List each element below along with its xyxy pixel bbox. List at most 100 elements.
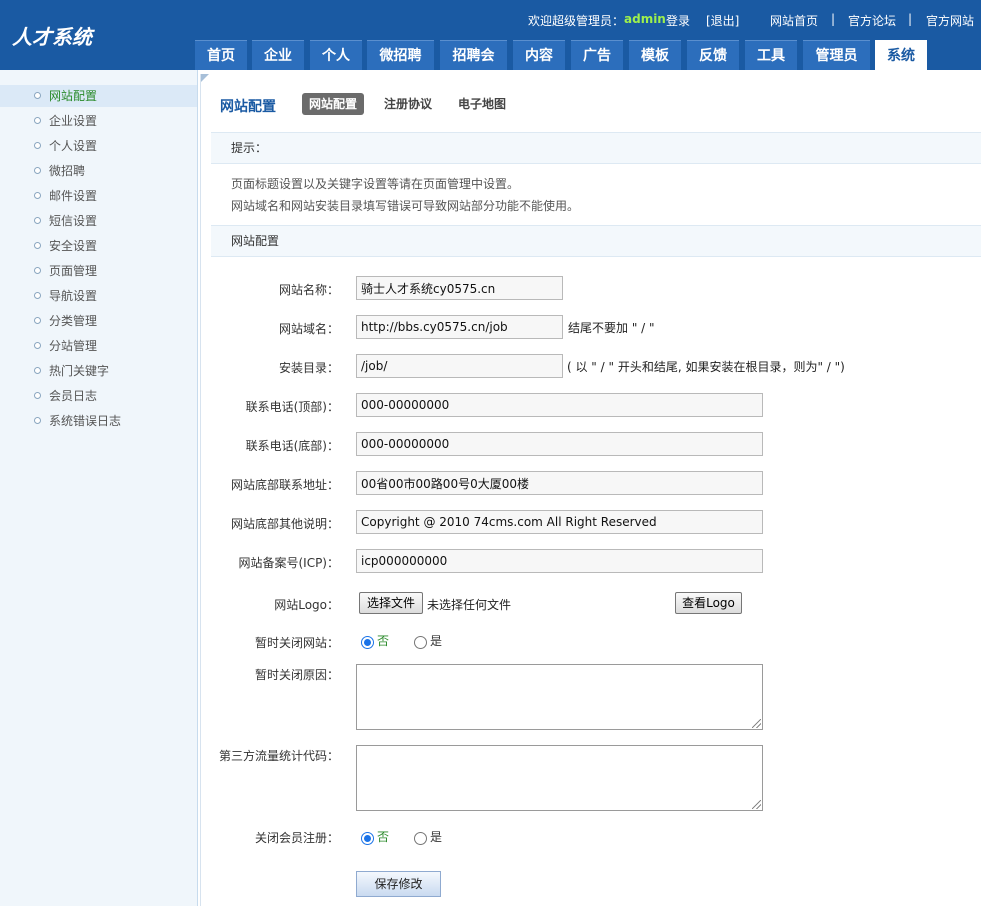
sidebar-item-mail-settings[interactable]: 邮件设置	[0, 185, 197, 207]
site-home-link[interactable]: 网站首页	[770, 12, 818, 29]
corner-decoration	[201, 74, 209, 82]
bullet-icon	[34, 417, 41, 424]
nav-tab-system[interactable]: 系统	[875, 40, 927, 70]
nav-tab-company[interactable]: 企业	[252, 40, 304, 70]
bullet-icon	[34, 367, 41, 374]
nav-tab-content[interactable]: 内容	[513, 40, 565, 70]
bullet-icon	[34, 267, 41, 274]
other-info-input[interactable]	[356, 510, 763, 534]
sidebar-item-category-management[interactable]: 分类管理	[0, 310, 197, 332]
sidebar-item-label: 微招聘	[49, 164, 86, 178]
phone-top-input[interactable]	[356, 393, 763, 417]
resize-grip-icon[interactable]	[752, 719, 761, 728]
view-logo-button[interactable]: 查看Logo	[675, 592, 742, 614]
official-forum-link[interactable]: 官方论坛	[848, 12, 896, 29]
close-site-yes-radio[interactable]	[414, 636, 427, 649]
site-domain-label: 网站域名：	[278, 322, 339, 336]
address-input[interactable]	[356, 471, 763, 495]
nav-tab-tools[interactable]: 工具	[745, 40, 797, 70]
bullet-icon	[34, 317, 41, 324]
icp-label: 网站备案号(ICP)：	[238, 556, 339, 570]
sidebar-item-label: 会员日志	[49, 389, 98, 403]
nav-tab-ads[interactable]: 广告	[571, 40, 623, 70]
resize-grip-icon[interactable]	[752, 800, 761, 809]
bullet-icon	[34, 167, 41, 174]
sidebar-item-nav-settings[interactable]: 导航设置	[0, 285, 197, 307]
top-user-bar: 欢迎超级管理员： admin 登录 [退出] 网站首页 | 官方论坛 | 官方网…	[0, 12, 981, 30]
sidebar-item-label: 网站配置	[49, 89, 98, 103]
close-register-label: 关闭会员注册：	[254, 831, 339, 845]
official-site-link[interactable]: 官方网站	[926, 12, 974, 29]
sidebar-item-label: 安全设置	[49, 239, 98, 253]
admin-username: admin	[624, 12, 666, 26]
sidebar-item-personal-settings[interactable]: 个人设置	[0, 135, 197, 157]
login-link[interactable]: 登录	[666, 12, 690, 29]
nav-tab-feedback[interactable]: 反馈	[687, 40, 739, 70]
bullet-icon	[34, 342, 41, 349]
sidebar-item-label: 页面管理	[49, 264, 98, 278]
close-site-no-radio[interactable]	[361, 636, 374, 649]
sidebar-item-label: 分站管理	[49, 339, 98, 353]
logout-link[interactable]: [退出]	[706, 12, 739, 29]
stats-code-textarea[interactable]	[356, 745, 763, 811]
sidebar-item-page-management[interactable]: 页面管理	[0, 260, 197, 282]
phone-bottom-input[interactable]	[356, 432, 763, 456]
bullet-icon	[34, 142, 41, 149]
sidebar-item-hot-keywords[interactable]: 热门关键字	[0, 360, 197, 382]
sidebar-item-label: 邮件设置	[49, 189, 98, 203]
nav-tab-personal[interactable]: 个人	[310, 40, 362, 70]
bullet-icon	[34, 242, 41, 249]
main-content: 网站配置 网站配置 注册协议 电子地图 提示： 页面标题设置以及关键字设置等请在…	[200, 74, 981, 906]
welcome-text: 欢迎超级管理员：	[528, 14, 625, 28]
bullet-icon	[34, 392, 41, 399]
phone-top-label: 联系电话(顶部)：	[245, 400, 339, 414]
sidebar-item-site-config[interactable]: 网站配置	[0, 85, 197, 107]
close-reason-label: 暂时关闭原因：	[254, 668, 339, 682]
nav-tab-admins[interactable]: 管理员	[803, 40, 870, 70]
save-button[interactable]: 保存修改	[356, 871, 441, 897]
icp-input[interactable]	[356, 549, 763, 573]
section-header: 网站配置	[211, 225, 981, 257]
sidebar-item-label: 个人设置	[49, 139, 98, 153]
close-register-yes-label: 是	[430, 830, 443, 844]
sidebar-item-micro-recruit[interactable]: 微招聘	[0, 160, 197, 182]
sidebar-item-sms-settings[interactable]: 短信设置	[0, 210, 197, 232]
site-domain-input[interactable]	[356, 315, 563, 339]
close-register-no-label: 否	[377, 830, 390, 844]
sidebar-item-company-settings[interactable]: 企业设置	[0, 110, 197, 132]
subtab-register-agreement[interactable]: 注册协议	[377, 93, 439, 115]
install-dir-input[interactable]	[356, 354, 563, 378]
nav-tab-home[interactable]: 首页	[195, 40, 247, 70]
bullet-icon	[34, 217, 41, 224]
sidebar-item-member-log[interactable]: 会员日志	[0, 385, 197, 407]
sidebar-item-security-settings[interactable]: 安全设置	[0, 235, 197, 257]
address-label: 网站底部联系地址：	[230, 478, 339, 492]
sidebar-item-system-error-log[interactable]: 系统错误日志	[0, 410, 197, 432]
tip-line: 网站域名和网站安装目录填写错误可导致网站部分功能不能使用。	[231, 199, 580, 213]
nav-tab-micro-recruit[interactable]: 微招聘	[367, 40, 434, 70]
top-header: 人才系统 欢迎超级管理员： admin 登录 [退出] 网站首页 | 官方论坛 …	[0, 0, 981, 70]
site-name-label: 网站名称：	[278, 283, 339, 297]
site-name-input[interactable]	[356, 276, 563, 300]
subtab-site-config[interactable]: 网站配置	[302, 93, 365, 115]
install-dir-hint: ( 以 " / " 开头和结尾, 如果安装在根目录，则为" / ")	[567, 360, 845, 374]
close-reason-textarea[interactable]	[356, 664, 763, 730]
sidebar-item-label: 短信设置	[49, 214, 98, 228]
nav-tab-job-fair[interactable]: 招聘会	[440, 40, 507, 70]
sidebar-item-label: 系统错误日志	[49, 414, 122, 428]
bullet-icon	[34, 117, 41, 124]
sidebar-item-substation-management[interactable]: 分站管理	[0, 335, 197, 357]
sidebar-item-label: 热门关键字	[49, 364, 110, 378]
nav-tab-templates[interactable]: 模板	[629, 40, 681, 70]
site-domain-hint: 结尾不要加 " / "	[568, 321, 655, 335]
subtab-map[interactable]: 电子地图	[451, 93, 513, 115]
close-register-no-radio[interactable]	[361, 832, 374, 845]
close-register-yes-radio[interactable]	[414, 832, 427, 845]
choose-file-button[interactable]: 选择文件	[359, 592, 423, 614]
close-site-no-label: 否	[377, 634, 390, 648]
bullet-icon	[34, 92, 41, 99]
page-title: 网站配置	[220, 99, 276, 115]
sidebar-item-label: 分类管理	[49, 314, 98, 328]
logo-label: 网站Logo：	[274, 598, 339, 612]
install-dir-label: 安装目录：	[278, 361, 339, 375]
